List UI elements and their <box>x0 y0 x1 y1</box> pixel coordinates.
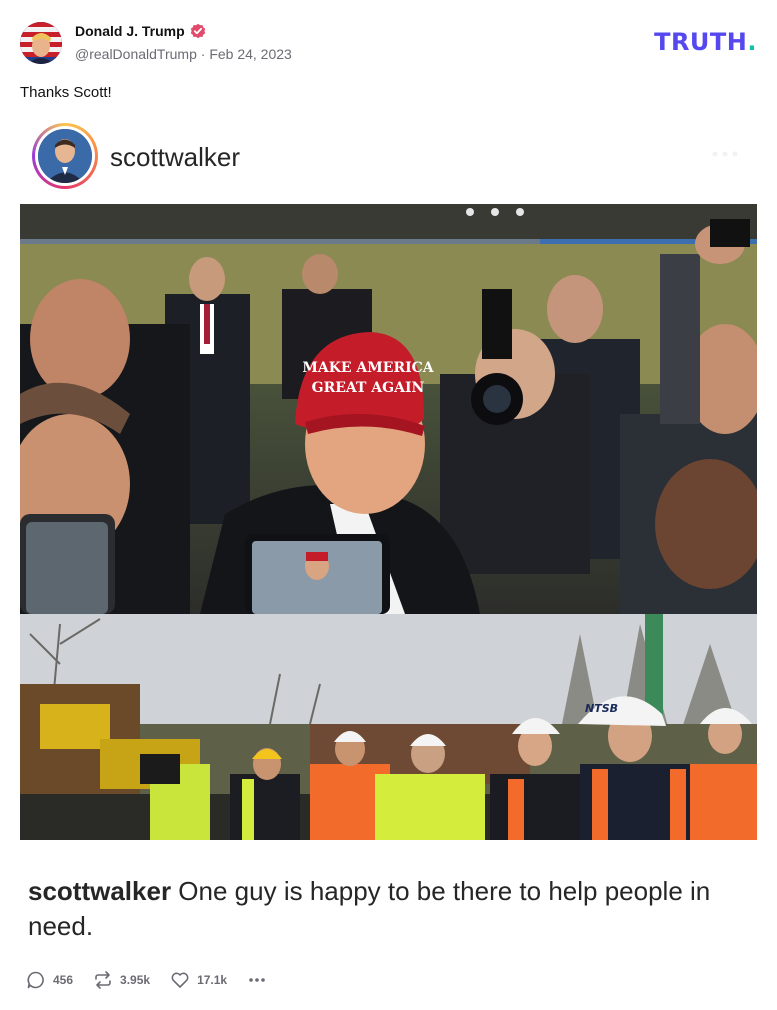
caption-username: scottwalker <box>28 876 172 906</box>
truth-logo[interactable]: TRUTH. <box>654 28 757 56</box>
author-meta: @realDonaldTrump · Feb 24, 2023 <box>75 46 292 62</box>
retruth-icon <box>95 971 111 989</box>
svg-text:MAKE AMERICA: MAKE AMERICA <box>302 360 434 376</box>
photo-workers: NTSB <box>20 614 757 840</box>
post-actions: 456 3.95k 17.1k <box>26 969 277 991</box>
retruth-count: 3.95k <box>120 973 151 987</box>
meta-separator: · <box>200 46 206 62</box>
author-display-name[interactable]: Donald J. Trump <box>75 23 185 39</box>
author-avatar[interactable] <box>20 22 62 64</box>
retruth-button[interactable]: 3.95k <box>93 970 150 990</box>
ig-caption: scottwalker One guy is happy to be there… <box>28 874 728 944</box>
post-media-image[interactable]: scottwalker MAKE AMERICA GREAT AGAIN NTS… <box>20 114 757 962</box>
ig-avatar <box>38 129 92 183</box>
reply-icon <box>27 971 44 989</box>
logo-dot: . <box>747 28 757 56</box>
ig-avatar-ring <box>32 123 98 189</box>
more-icon <box>249 978 265 982</box>
logo-text: TRUTH <box>654 28 748 56</box>
reply-count: 456 <box>53 973 74 987</box>
author-handle[interactable]: @realDonaldTrump <box>75 46 197 62</box>
more-button[interactable] <box>247 970 267 990</box>
post-text: Thanks Scott! <box>20 84 112 101</box>
like-button[interactable]: 17.1k <box>170 970 227 990</box>
like-icon <box>171 972 189 988</box>
post-header: Donald J. Trump @realDonaldTrump · Feb 2… <box>20 20 757 66</box>
photo-crowd: MAKE AMERICA GREAT AGAIN <box>20 204 757 614</box>
ig-post-header: scottwalker <box>20 114 757 204</box>
like-count: 17.1k <box>197 973 228 987</box>
ig-more-icon <box>712 151 738 157</box>
ig-username: scottwalker <box>110 142 241 172</box>
post-date[interactable]: Feb 24, 2023 <box>209 46 292 62</box>
svg-text:NTSB: NTSB <box>585 702 618 715</box>
verified-badge-icon <box>190 23 206 39</box>
svg-text:GREAT AGAIN: GREAT AGAIN <box>312 380 425 396</box>
author-name-row: Donald J. Trump <box>75 23 206 39</box>
reply-button[interactable]: 456 <box>26 970 73 990</box>
